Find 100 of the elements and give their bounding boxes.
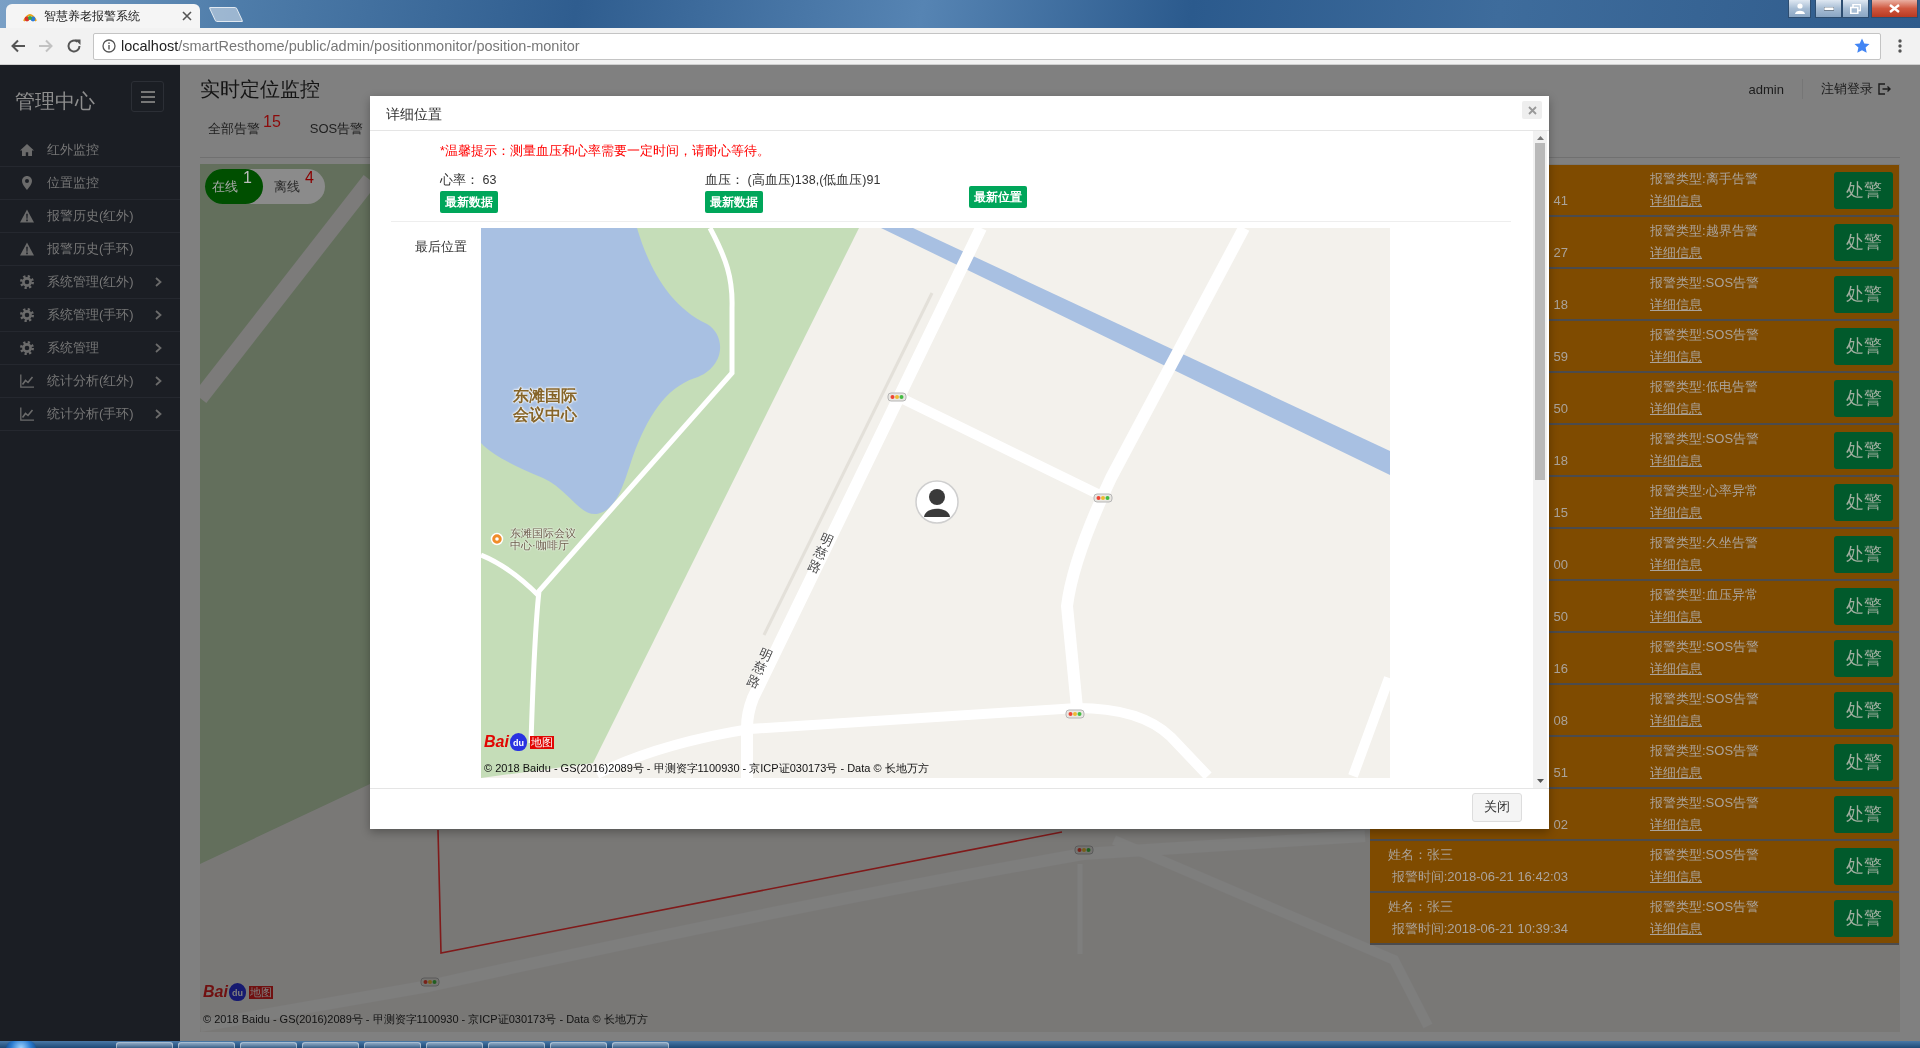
reload-icon[interactable] bbox=[66, 38, 82, 54]
handle-button[interactable]: 处警 bbox=[1834, 847, 1893, 885]
dialog-title: 详细位置 bbox=[386, 105, 442, 123]
handle-button[interactable]: 处警 bbox=[1834, 275, 1893, 313]
taskbar-button[interactable] bbox=[612, 1042, 669, 1048]
taskbar-button[interactable] bbox=[178, 1042, 235, 1048]
handle-button[interactable]: 处警 bbox=[1834, 639, 1893, 677]
alert-time: 27 bbox=[1553, 245, 1568, 260]
handle-button[interactable]: 处警 bbox=[1834, 795, 1893, 833]
handle-button[interactable]: 处警 bbox=[1834, 483, 1893, 521]
close-icon[interactable] bbox=[182, 11, 192, 21]
sidebar-item[interactable]: 报警历史(手环) bbox=[0, 233, 180, 266]
handle-button[interactable]: 处警 bbox=[1834, 899, 1893, 937]
home-icon bbox=[20, 143, 34, 157]
handle-button[interactable]: 处警 bbox=[1834, 431, 1893, 469]
more-icon[interactable] bbox=[1898, 39, 1902, 53]
handle-button[interactable]: 处警 bbox=[1834, 171, 1893, 209]
alert-time: 18 bbox=[1553, 453, 1568, 468]
details-link[interactable]: 详细信息 bbox=[1650, 554, 1702, 576]
place-marker-icon bbox=[490, 532, 504, 546]
details-link[interactable]: 详细信息 bbox=[1650, 866, 1702, 888]
gear-icon bbox=[20, 308, 34, 322]
user-name[interactable]: admin bbox=[1748, 81, 1784, 97]
taskbar-button[interactable] bbox=[550, 1042, 607, 1048]
map-label: 最后位置 bbox=[414, 239, 468, 256]
details-link[interactable]: 详细信息 bbox=[1650, 190, 1702, 212]
browser-tab[interactable]: 智慧养老报警系统 bbox=[6, 4, 200, 28]
details-link[interactable]: 详细信息 bbox=[1650, 918, 1702, 940]
poi-label: 东滩国际会议中心·咖啡厅 bbox=[510, 528, 577, 551]
taskbar-button[interactable] bbox=[488, 1042, 545, 1048]
address-bar[interactable]: localhost/smartResthome/public/admin/positionmonitor/position-monitor bbox=[93, 32, 1881, 60]
sidebar-item[interactable]: 系统管理(红外) bbox=[0, 266, 180, 299]
taskbar-button[interactable] bbox=[364, 1042, 421, 1048]
gear-icon bbox=[20, 275, 34, 289]
minimize-button[interactable] bbox=[1815, 0, 1842, 18]
new-tab-button[interactable] bbox=[208, 7, 244, 22]
details-link[interactable]: 详细信息 bbox=[1650, 658, 1702, 680]
start-button[interactable] bbox=[6, 1041, 36, 1048]
handle-button[interactable]: 处警 bbox=[1834, 379, 1893, 417]
handle-button[interactable]: 处警 bbox=[1834, 691, 1893, 729]
handle-button[interactable]: 处警 bbox=[1834, 223, 1893, 261]
details-link[interactable]: 详细信息 bbox=[1650, 502, 1702, 524]
handle-button[interactable]: 处警 bbox=[1834, 587, 1893, 625]
profile-button[interactable] bbox=[1788, 0, 1811, 18]
details-link[interactable]: 详细信息 bbox=[1650, 294, 1702, 316]
handle-button[interactable]: 处警 bbox=[1834, 327, 1893, 365]
sidebar-item[interactable]: 红外监控 bbox=[0, 134, 180, 167]
map-view[interactable]: 东滩国际会议中心 东滩国际会议中心·咖啡厅 明慈路 明慈路 Bai du 地图 © 2018 Baidu - GS(2016)2089号 - 甲测资字1100930 - 京ICP证030173号 - Data © 长地万方 bbox=[481, 228, 1390, 778]
sidebar-item[interactable]: 系统管理 bbox=[0, 332, 180, 365]
alert-time: 59 bbox=[1553, 349, 1568, 364]
status-tab[interactable]: 离线 4 bbox=[263, 169, 325, 204]
scrollbar[interactable] bbox=[1533, 131, 1547, 788]
handle-button[interactable]: 处警 bbox=[1834, 743, 1893, 781]
menu-button[interactable] bbox=[131, 81, 164, 112]
details-link[interactable]: 详细信息 bbox=[1650, 450, 1702, 472]
close-button[interactable]: 关闭 bbox=[1472, 793, 1522, 822]
person-marker-icon bbox=[915, 480, 959, 524]
sidebar-item[interactable]: 统计分析(手环) bbox=[0, 398, 180, 431]
details-link[interactable]: 详细信息 bbox=[1650, 398, 1702, 420]
restore-icon bbox=[1850, 3, 1861, 14]
road-label: 明慈路 bbox=[744, 646, 775, 691]
scroll-down-icon[interactable] bbox=[1536, 779, 1544, 783]
alert-name: 姓名：张三 bbox=[1388, 846, 1453, 864]
taskbar-button[interactable] bbox=[240, 1042, 297, 1048]
blood-pressure-text: 血压： (高血压)138,(低血压)91 bbox=[705, 172, 881, 189]
sidebar-item[interactable]: 统计分析(红外) bbox=[0, 365, 180, 398]
details-link[interactable]: 详细信息 bbox=[1650, 242, 1702, 264]
sidebar-item[interactable]: 位置监控 bbox=[0, 167, 180, 200]
alert-type: 报警类型:血压异常 bbox=[1650, 586, 1758, 604]
page-title: 实时定位监控 bbox=[200, 77, 320, 101]
scrollbar-thumb[interactable] bbox=[1535, 143, 1545, 480]
details-link[interactable]: 详细信息 bbox=[1650, 346, 1702, 368]
alert-type: 报警类型:SOS告警 bbox=[1650, 690, 1760, 708]
star-icon[interactable] bbox=[1854, 38, 1870, 54]
taskbar-button[interactable] bbox=[116, 1042, 173, 1048]
details-link[interactable]: 详细信息 bbox=[1650, 762, 1702, 784]
gear-icon bbox=[20, 341, 34, 355]
details-link[interactable]: 详细信息 bbox=[1650, 606, 1702, 628]
scroll-up-icon[interactable] bbox=[1536, 136, 1544, 140]
map-copyright: © 2018 Baidu - GS(2016)2089号 - 甲测资字1100930 - 京ICP证030173号 - Data © 长地万方 bbox=[484, 762, 929, 775]
back-icon[interactable] bbox=[10, 38, 26, 54]
close-button[interactable] bbox=[1871, 0, 1918, 18]
alert-tab[interactable]: SOS告警 bbox=[309, 113, 364, 138]
sidebar-item[interactable]: 系统管理(手环) bbox=[0, 299, 180, 332]
info-icon[interactable] bbox=[102, 39, 116, 53]
taskbar-button[interactable] bbox=[302, 1042, 359, 1048]
alert-time: 00 bbox=[1553, 557, 1568, 572]
sidebar-item[interactable]: 报警历史(红外) bbox=[0, 200, 180, 233]
refresh-data-button[interactable]: 最新数据 bbox=[705, 191, 763, 213]
status-tab[interactable]: 在线 1 bbox=[205, 169, 263, 204]
taskbar-button[interactable] bbox=[426, 1042, 483, 1048]
restore-button[interactable] bbox=[1842, 0, 1869, 18]
refresh-data-button[interactable]: 最新数据 bbox=[440, 191, 498, 213]
alert-time: 15 bbox=[1553, 505, 1568, 520]
handle-button[interactable]: 处警 bbox=[1834, 535, 1893, 573]
latest-position-button[interactable]: 最新位置 bbox=[969, 186, 1027, 208]
details-link[interactable]: 详细信息 bbox=[1650, 710, 1702, 732]
details-link[interactable]: 详细信息 bbox=[1650, 814, 1702, 836]
alert-type: 报警类型:心率异常 bbox=[1650, 482, 1758, 500]
logout-link[interactable]: 注销登录 bbox=[1821, 80, 1891, 98]
